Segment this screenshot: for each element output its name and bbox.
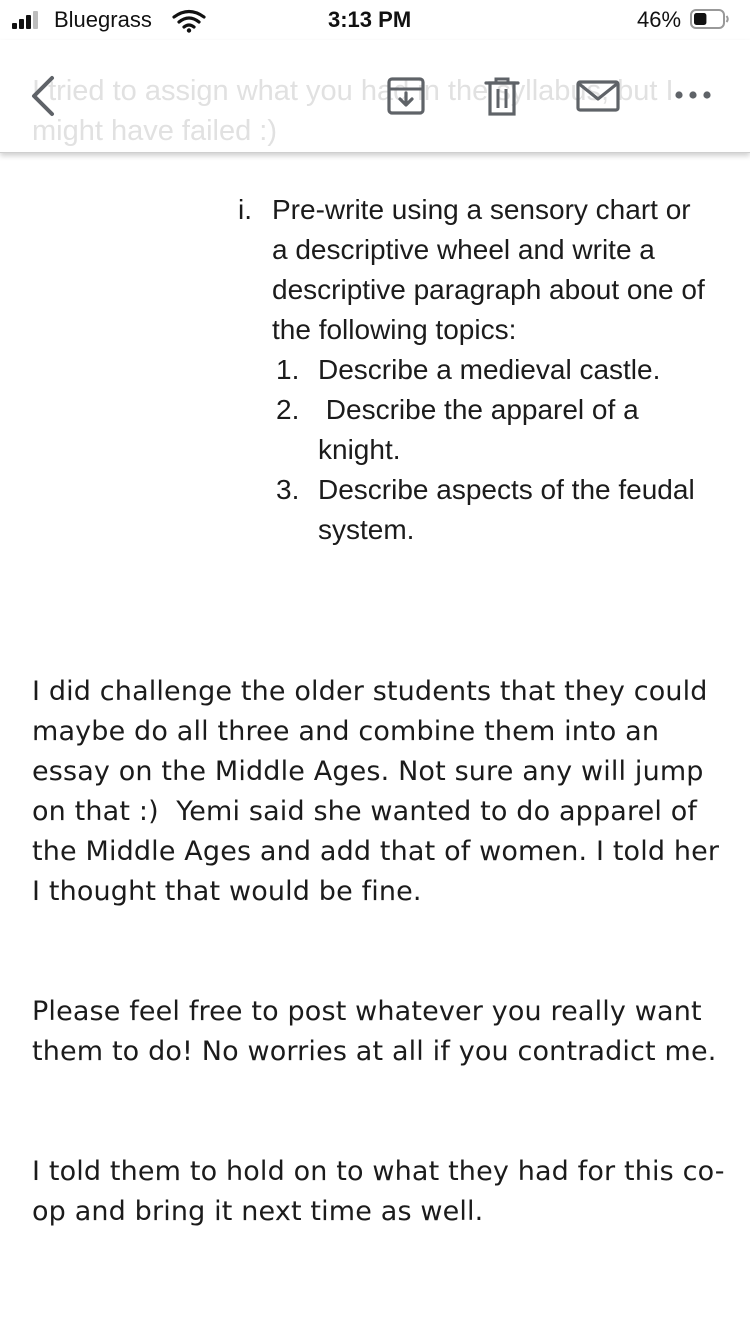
more-options-button[interactable] (672, 88, 714, 102)
list-marker: 3. (276, 474, 300, 505)
chevron-left-icon (32, 76, 54, 116)
archive-icon (387, 77, 425, 115)
status-bar: Bluegrass 3:13 PM 46% (0, 0, 750, 40)
list-marker: 1. (276, 354, 300, 385)
topic-item: 2. Describe the apparel of a knight. (276, 390, 708, 470)
message-paragraph: I told them to hold on to what they had … (32, 1156, 725, 1227)
trash-icon (484, 77, 520, 116)
list-marker: i. (238, 194, 252, 225)
topic-text: Describe aspects of the feudal system. (318, 474, 703, 545)
clock: 3:13 PM (328, 7, 412, 32)
mail-icon (576, 80, 620, 112)
wifi-icon (172, 9, 206, 33)
assignment-text: Pre-write using a sensory chart or a des… (272, 194, 705, 345)
topic-list: 1. Describe a medieval castle. 2. Descri… (276, 350, 708, 550)
message-paragraph: I did challenge the older students that … (32, 676, 728, 907)
topic-text: Describe the apparel of a knight. (318, 394, 647, 465)
carrier-name: Bluegrass (54, 7, 152, 32)
delete-button[interactable] (484, 76, 520, 116)
topic-item: 1. Describe a medieval castle. (276, 350, 708, 390)
assignment-list: i. Pre-write using a sensory chart or a … (238, 190, 708, 550)
cellular-signal-icon (12, 11, 42, 29)
assignment-item: i. Pre-write using a sensory chart or a … (238, 190, 708, 350)
more-icon (675, 91, 711, 99)
battery-icon (690, 9, 729, 29)
mark-unread-button[interactable] (576, 80, 620, 112)
topic-text: Describe a medieval castle. (318, 354, 661, 385)
message-paragraph: Please feel free to post whatever you re… (32, 996, 717, 1067)
list-marker: 2. (276, 394, 300, 425)
battery-percentage: 46% (637, 7, 682, 32)
back-button[interactable] (26, 74, 60, 118)
archive-button[interactable] (386, 76, 426, 116)
message-toolbar: I tried to assign what you had in the sy… (0, 40, 750, 153)
topic-item: 3. Describe aspects of the feudal system… (276, 470, 708, 550)
